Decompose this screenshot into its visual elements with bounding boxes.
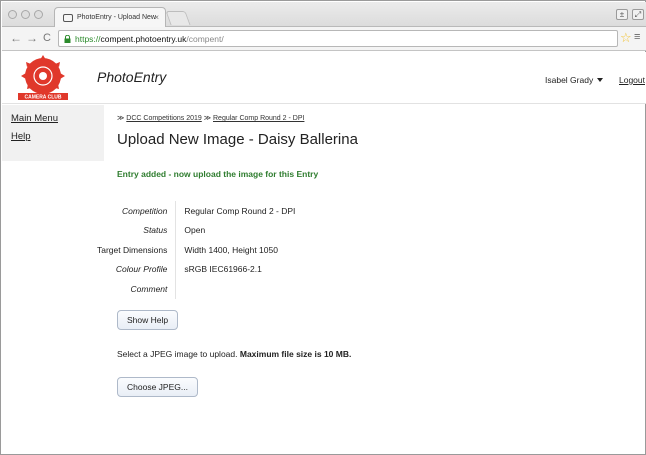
page-title: Upload New Image - Daisy Ballerina [117, 131, 358, 148]
profile-icon[interactable]: ± [616, 9, 628, 20]
detail-row: Comment [97, 279, 296, 299]
caret-down-icon [597, 78, 604, 82]
browser-window: PhotoEntry - Upload New × ± ⤢ ← → C http… [0, 0, 646, 455]
camera-icon [63, 14, 73, 22]
app-title: PhotoEntry [97, 69, 167, 85]
choose-jpeg-button[interactable]: Choose JPEG... [117, 377, 198, 397]
url-host: compent.photoentry.uk [100, 34, 187, 44]
user-menu[interactable]: Isabel Grady [545, 75, 604, 85]
upload-instructions-text: Select a JPEG image to upload. [117, 349, 240, 359]
address-bar[interactable]: https://compent.photoentry.uk/compent/ [58, 30, 618, 47]
new-tab-button[interactable] [165, 11, 191, 25]
detail-label: Comment [130, 283, 168, 294]
breadcrumb: ≫ DCC Competitions 2019 ≫ Regular Comp R… [117, 114, 304, 122]
tab-bar: PhotoEntry - Upload New × ± ⤢ [2, 2, 646, 28]
tab-title: PhotoEntry - Upload New [77, 14, 156, 21]
browser-toolbar: ← → C https://compent.photoentry.uk/comp… [2, 27, 646, 51]
sidebar-item-main-menu[interactable]: Main Menu [11, 113, 104, 124]
reload-icon[interactable]: C [43, 32, 51, 44]
detail-label: Status [143, 225, 168, 236]
sidebar: Main Menu Help [2, 105, 104, 161]
camera-club-logo: CAMERA CLUB [18, 55, 68, 101]
url-scheme: https:// [75, 34, 101, 44]
maximize-window-button[interactable] [34, 10, 43, 19]
bookmark-star-icon[interactable]: ☆ [620, 30, 632, 46]
user-name: Isabel Grady [545, 75, 594, 85]
window-controls [8, 10, 43, 19]
upload-instructions: Select a JPEG image to upload. Maximum f… [117, 349, 351, 359]
browser-menu-icon[interactable]: ≡ [634, 31, 640, 43]
site-header: CAMERA CLUB PhotoEntry Isabel Grady Logo… [2, 52, 646, 104]
detail-value [175, 279, 296, 299]
detail-label: Colour Profile [115, 264, 168, 275]
detail-row: Status Open [97, 220, 296, 240]
tab-close-icon[interactable]: × [154, 13, 159, 22]
breadcrumb-competitions[interactable]: DCC Competitions 2019 [126, 115, 201, 122]
max-file-size-text: Maximum file size is 10 MB. [239, 349, 352, 359]
detail-label: Competition [122, 205, 168, 216]
detail-value: Open [175, 220, 296, 240]
back-icon[interactable]: ← [10, 31, 22, 45]
detail-row: Target Dimensions Width 1400, Height 105… [97, 240, 296, 260]
breadcrumb-separator: ≫ [203, 115, 212, 122]
forward-icon[interactable]: → [26, 31, 38, 45]
detail-value: sRGB IEC61966-2.1 [175, 259, 296, 279]
detail-row: Colour Profile sRGB IEC61966-2.1 [97, 259, 296, 279]
minimize-window-button[interactable] [21, 10, 30, 19]
lock-icon [64, 35, 71, 43]
url-path: /compent/ [186, 34, 224, 44]
detail-value: Width 1400, Height 1050 [175, 240, 296, 260]
logout-link[interactable]: Logout [619, 75, 645, 85]
detail-value: Regular Comp Round 2 - DPI [175, 201, 296, 221]
breadcrumb-round[interactable]: Regular Comp Round 2 - DPI [213, 115, 304, 122]
success-message: Entry added - now upload the image for t… [117, 169, 319, 179]
browser-tab[interactable]: PhotoEntry - Upload New × [54, 7, 166, 28]
show-help-button[interactable]: Show Help [117, 310, 179, 330]
breadcrumb-separator: ≫ [117, 115, 125, 122]
fullscreen-icon[interactable]: ⤢ [632, 9, 644, 20]
detail-row: Competition Regular Comp Round 2 - DPI [97, 201, 296, 221]
logo-text: CAMERA CLUB [24, 95, 61, 101]
close-window-button[interactable] [8, 10, 17, 19]
detail-label: Target Dimensions [97, 244, 168, 255]
entry-details-table: Competition Regular Comp Round 2 - DPI S… [97, 201, 296, 299]
sidebar-item-help[interactable]: Help [11, 131, 104, 142]
